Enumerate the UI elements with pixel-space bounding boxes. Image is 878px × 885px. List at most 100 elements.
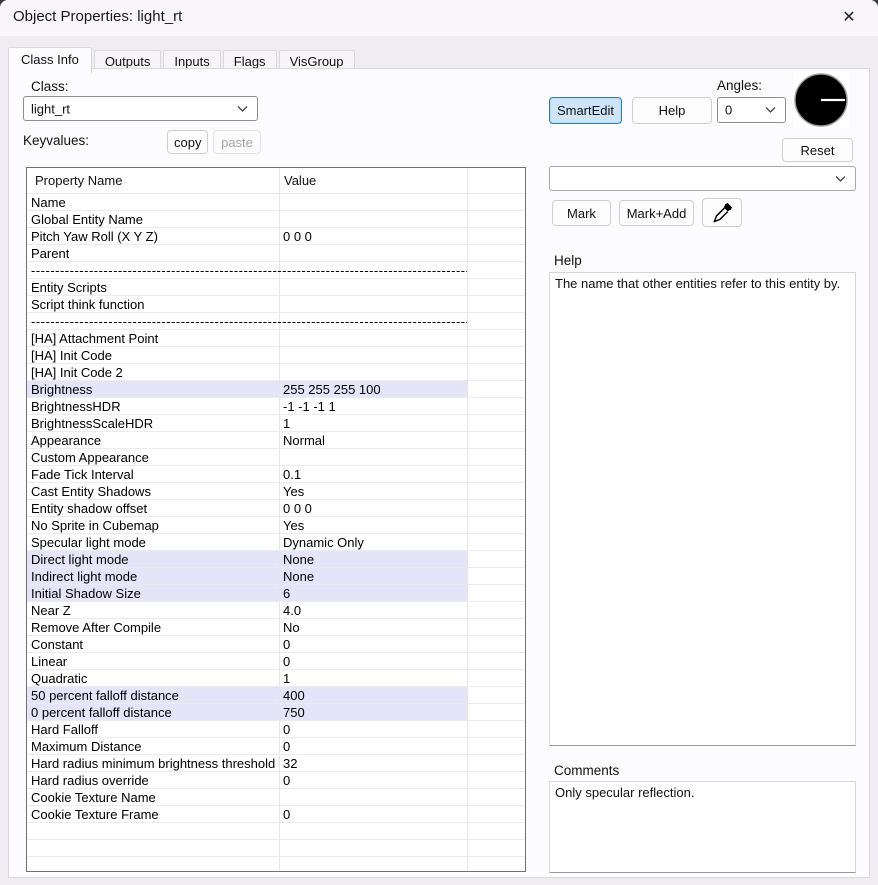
table-row[interactable]: BrightnessHDR-1 -1 -1 1	[27, 398, 525, 415]
angle-dial[interactable]	[793, 72, 849, 128]
table-row[interactable]: Pitch Yaw Roll (X Y Z) 0 0 0	[27, 228, 525, 245]
help-button[interactable]: Help	[632, 97, 712, 124]
table-row[interactable]: Hard radius minimum brightness threshold…	[27, 755, 525, 772]
angles-combobox[interactable]: 0	[717, 97, 786, 123]
table-row[interactable]: Constant 0	[27, 636, 525, 653]
mark-add-button[interactable]: Mark+Add	[619, 200, 694, 226]
table-row[interactable]: 0 percent falloff distance 750	[27, 704, 525, 721]
help-text-box[interactable]: The name that other entities refer to th…	[549, 272, 856, 746]
close-icon[interactable]: ✕	[830, 4, 868, 32]
table-row[interactable]	[27, 857, 525, 872]
class-label: Class:	[31, 79, 69, 94]
property-name-cell: ----------------------------------------…	[31, 263, 467, 278]
property-value-cell: 0 0 0	[283, 229, 312, 244]
property-name-cell: 0 percent falloff distance	[31, 705, 172, 720]
property-value-cell: 255 255 255 100	[283, 382, 381, 397]
table-row[interactable]: Initial Shadow Size6	[27, 585, 525, 602]
table-separator-row[interactable]: ----------------------------------------…	[27, 313, 525, 330]
help-panel-label: Help	[554, 253, 582, 268]
table-row[interactable]	[27, 823, 525, 840]
property-value-cell: 32	[283, 756, 297, 771]
chevron-down-icon	[237, 105, 248, 112]
property-value-cell: 4.0	[283, 603, 301, 618]
property-name-cell: Constant	[31, 637, 83, 652]
table-row[interactable]: Specular light modeDynamic Only	[27, 534, 525, 551]
table-row[interactable]: Global Entity Name	[27, 211, 525, 228]
table-row[interactable]: AppearanceNormal	[27, 432, 525, 449]
table-row[interactable]: 50 percent falloff distance400	[27, 687, 525, 704]
property-name-cell: Initial Shadow Size	[31, 586, 141, 601]
property-name-cell: Hard radius minimum brightness threshold	[31, 756, 275, 771]
reset-button[interactable]: Reset	[782, 138, 853, 162]
comments-label: Comments	[554, 763, 619, 778]
property-value-cell: 750	[283, 705, 305, 720]
chevron-down-icon	[765, 107, 776, 114]
table-row[interactable]: BrightnessScaleHDR1	[27, 415, 525, 432]
table-row[interactable]: Custom Appearance	[27, 449, 525, 466]
table-row[interactable]: Direct light modeNone	[27, 551, 525, 568]
help-text: The name that other entities refer to th…	[555, 276, 840, 291]
property-value-cell: 0	[283, 722, 290, 737]
table-row[interactable]: Entity Scripts	[27, 279, 525, 296]
eyedropper-button[interactable]	[702, 198, 742, 227]
paste-button[interactable]: paste	[213, 130, 261, 154]
table-row[interactable]: Script think function	[27, 296, 525, 313]
table-header: Property Name Value	[27, 168, 525, 194]
property-name-cell: BrightnessScaleHDR	[31, 416, 153, 431]
property-name-cell: Global Entity Name	[31, 212, 143, 227]
class-combobox-value: light_rt	[31, 101, 70, 116]
table-row[interactable]: Hard Falloff 0	[27, 721, 525, 738]
property-name-cell: Fade Tick Interval	[31, 467, 134, 482]
table-body: NameGlobal Entity NamePitch Yaw Roll (X …	[27, 194, 525, 872]
property-name-cell: Entity shadow offset	[31, 501, 147, 516]
chevron-down-icon	[835, 175, 846, 182]
property-value-cell: 0	[283, 739, 290, 754]
table-row[interactable]: Name	[27, 194, 525, 211]
property-name-cell: Pitch Yaw Roll (X Y Z)	[31, 229, 158, 244]
property-table[interactable]: Property Name Value NameGlobal Entity Na…	[26, 167, 526, 872]
class-combobox[interactable]: light_rt	[23, 96, 258, 121]
table-row[interactable]: Indirect light modeNone	[27, 568, 525, 585]
property-name-cell: Quadratic	[31, 671, 87, 686]
table-row[interactable]: [HA] Init Code	[27, 347, 525, 364]
table-row[interactable]: Quadratic1	[27, 670, 525, 687]
table-row[interactable]: Near Z 4.0	[27, 602, 525, 619]
table-row[interactable]: Cast Entity ShadowsYes	[27, 483, 525, 500]
table-row[interactable]: [HA] Attachment Point	[27, 330, 525, 347]
eyedropper-icon	[711, 202, 733, 224]
property-name-cell: [HA] Init Code 2	[31, 365, 123, 380]
property-value-cell: Dynamic Only	[283, 535, 364, 550]
property-value-cell: 0	[283, 654, 290, 669]
table-row[interactable]: Entity shadow offset0 0 0	[27, 500, 525, 517]
table-row[interactable]: Cookie Texture Name	[27, 789, 525, 806]
copy-button[interactable]: copy	[167, 130, 208, 154]
table-separator-row[interactable]: ----------------------------------------…	[27, 262, 525, 279]
mark-button[interactable]: Mark	[552, 200, 611, 226]
property-value-cell: 0	[283, 637, 290, 652]
property-name-cell: Appearance	[31, 433, 101, 448]
keyvalue-combobox[interactable]	[549, 166, 856, 191]
table-row[interactable]: No Sprite in CubemapYes	[27, 517, 525, 534]
property-name-cell: Brightness	[31, 382, 92, 397]
comments-text-box[interactable]: Only specular reflection.	[549, 781, 856, 873]
table-row[interactable]: Cookie Texture Frame 0	[27, 806, 525, 823]
property-value-cell: 400	[283, 688, 305, 703]
table-row[interactable]: Hard radius override0	[27, 772, 525, 789]
tab-class-info[interactable]: Class Info	[8, 47, 92, 73]
smartedit-button[interactable]: SmartEdit	[549, 97, 622, 124]
property-name-cell: Cookie Texture Frame	[31, 807, 159, 822]
property-value-cell: 0	[283, 807, 290, 822]
property-value-cell: Yes	[283, 518, 304, 533]
table-row[interactable]: Linear0	[27, 653, 525, 670]
property-name-cell: Maximum Distance	[31, 739, 142, 754]
table-row[interactable]: Brightness 255 255 255 100	[27, 381, 525, 398]
property-name-cell: Near Z	[31, 603, 71, 618]
table-row[interactable]: [HA] Init Code 2	[27, 364, 525, 381]
table-row[interactable]: Fade Tick Interval0.1	[27, 466, 525, 483]
table-row[interactable]: Parent	[27, 245, 525, 262]
table-row[interactable]: Remove After CompileNo	[27, 619, 525, 636]
property-name-cell: Custom Appearance	[31, 450, 149, 465]
table-row[interactable]: Maximum Distance 0	[27, 738, 525, 755]
property-name-cell: Hard Falloff	[31, 722, 98, 737]
table-row[interactable]	[27, 840, 525, 857]
